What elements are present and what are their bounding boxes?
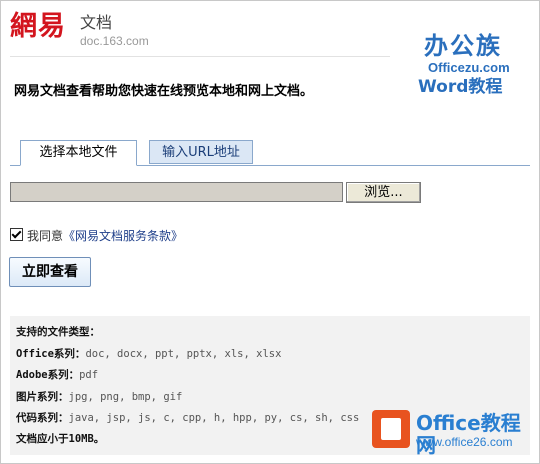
office-logo-icon <box>372 410 410 448</box>
watermark-top: 办公族 Officezu.com Word教程 <box>418 32 530 102</box>
agreement-row: 我同意《网易文档服务条款》 <box>10 228 183 243</box>
header-divider <box>10 56 390 57</box>
watermark-top-tagline: Word教程 <box>418 77 503 97</box>
info-row-adobe: Adobe系列：pdf <box>16 369 99 381</box>
logo-title: 文档 <box>80 13 113 32</box>
file-path-input[interactable] <box>10 182 343 202</box>
view-now-button[interactable]: 立即查看 <box>9 257 91 287</box>
browse-button[interactable]: 浏览... <box>346 182 421 203</box>
logo-domain: doc.163.com <box>80 34 149 48</box>
info-title: 支持的文件类型： <box>16 326 100 338</box>
terms-link[interactable]: 《网易文档服务条款》 <box>63 229 183 243</box>
netease-logo[interactable]: 網易 <box>10 12 66 42</box>
tab-local-file[interactable]: 选择本地文件 <box>20 140 137 166</box>
info-row-image: 图片系列：jpg, png, bmp, gif <box>16 391 183 403</box>
intro-text: 网易文档查看帮助您快速在线预览本地和网上文档。 <box>14 84 314 99</box>
watermark-top-brand: 办公族 <box>424 32 502 60</box>
watermark-bottom-site: www.office26.com <box>416 435 513 449</box>
info-row-code: 代码系列：java, jsp, js, c, cpp, h, hpp, py, … <box>16 412 360 424</box>
tab-bar: 选择本地文件 输入URL地址 <box>10 140 530 166</box>
info-row-office: Office系列：doc, docx, ppt, pptx, xls, xlsx <box>16 348 282 360</box>
watermark-top-site: Officezu.com <box>428 60 510 75</box>
agree-label: 我同意 <box>27 229 64 243</box>
info-size-note: 文档应小于10MB。 <box>16 433 105 445</box>
logo-subtitle: 文档 doc.163.com <box>80 13 149 49</box>
tab-url[interactable]: 输入URL地址 <box>149 140 253 164</box>
logo-main-text: 網易 <box>10 11 66 42</box>
watermark-bottom-brand: Office教程网 <box>416 411 521 457</box>
agree-checkbox[interactable] <box>10 228 23 241</box>
watermark-bottom: Office教程网 www.office26.com <box>372 410 534 458</box>
